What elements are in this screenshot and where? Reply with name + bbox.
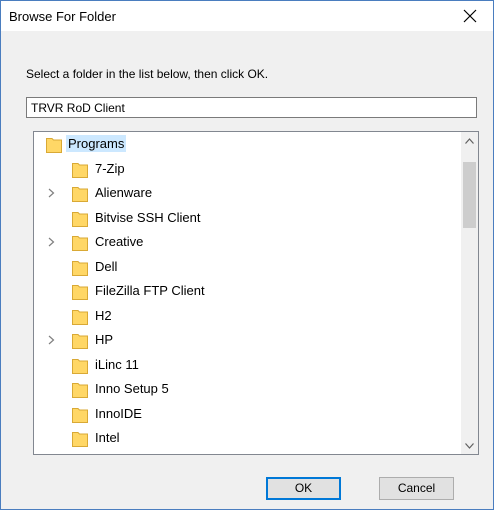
tree-item-label: iLinc 11 xyxy=(95,356,139,372)
tree-item[interactable]: 7-Zip xyxy=(34,157,451,182)
folder-icon-wrap xyxy=(72,234,88,251)
tree-item-label: H2 xyxy=(95,307,112,323)
folder-icon-wrap xyxy=(72,381,88,398)
chevron-right-icon xyxy=(48,188,54,198)
chevron-right-icon xyxy=(48,335,54,345)
tree-item[interactable]: Creative xyxy=(34,230,451,255)
expand-toggle[interactable] xyxy=(44,186,58,200)
tree-item[interactable]: HP xyxy=(34,328,451,353)
folder-icon-wrap xyxy=(72,210,88,227)
tree-item-label: Programs xyxy=(66,135,127,152)
close-button[interactable] xyxy=(447,1,493,31)
folder-icon xyxy=(72,334,88,349)
folder-icon-wrap xyxy=(72,357,88,374)
folder-icon xyxy=(72,187,88,202)
folder-icon-wrap xyxy=(46,136,62,153)
chevron-up-icon xyxy=(465,137,474,144)
folder-icon xyxy=(72,358,88,374)
tree-item-label: HP xyxy=(95,332,114,347)
folder-icon-wrap xyxy=(72,283,88,300)
tree-item[interactable]: H2 xyxy=(34,304,451,329)
tree-item[interactable]: Alienware xyxy=(34,181,451,206)
folder-icon xyxy=(72,432,88,447)
tree-item[interactable]: InnoIDE xyxy=(34,402,451,427)
folder-icon xyxy=(46,138,62,153)
folder-icon-wrap xyxy=(72,430,88,447)
chevron-right-icon xyxy=(48,237,54,247)
folder-icon-wrap xyxy=(72,308,88,325)
folder-icon xyxy=(72,285,88,300)
tree-item-programs[interactable]: Programs xyxy=(34,132,451,157)
scroll-up-button[interactable] xyxy=(461,132,478,149)
tree-item[interactable]: iLinc 11 xyxy=(34,353,451,378)
tree-item-label: 7-Zip xyxy=(95,160,125,176)
tree-item-label: Creative xyxy=(95,234,144,249)
cancel-button[interactable]: Cancel xyxy=(379,477,454,500)
folder-icon-wrap xyxy=(72,259,88,276)
tree-item-label: Alienware xyxy=(95,185,153,200)
folder-icon xyxy=(72,211,88,227)
tree-item-label: Inno Setup 5 xyxy=(95,381,169,396)
tree-item[interactable]: Dell xyxy=(34,255,451,280)
instruction-text: Select a folder in the list below, then … xyxy=(26,67,269,81)
title-bar[interactable]: Browse For Folder xyxy=(1,1,493,31)
folder-icon xyxy=(72,407,88,423)
expand-toggle[interactable] xyxy=(44,235,58,249)
folder-tree-rows: Programs 7-Zip Alienware Bitvise SSH Client… xyxy=(34,132,451,451)
folder-icon-wrap xyxy=(72,185,88,202)
folder-icon-wrap xyxy=(72,161,88,178)
browse-for-folder-dialog: Browse For Folder Select a folder in the… xyxy=(0,0,494,510)
folder-tree[interactable]: Programs 7-Zip Alienware Bitvise SSH Client… xyxy=(33,131,479,455)
vertical-scrollbar[interactable] xyxy=(461,132,478,454)
folder-icon xyxy=(72,236,88,251)
tree-item[interactable]: Bitvise SSH Client xyxy=(34,206,451,231)
folder-icon-wrap xyxy=(72,406,88,423)
folder-icon xyxy=(72,383,88,398)
tree-item[interactable]: FileZilla FTP Client xyxy=(34,279,451,304)
folder-icon-wrap xyxy=(72,332,88,349)
folder-icon xyxy=(72,309,88,325)
folder-name-field[interactable] xyxy=(26,97,477,118)
folder-icon xyxy=(72,260,88,276)
scroll-thumb[interactable] xyxy=(463,162,476,228)
tree-item[interactable]: Intel xyxy=(34,426,451,451)
chevron-down-icon xyxy=(465,442,474,449)
folder-icon xyxy=(72,162,88,178)
expand-toggle[interactable] xyxy=(44,333,58,347)
close-icon xyxy=(463,9,477,23)
tree-item[interactable]: Inno Setup 5 xyxy=(34,377,451,402)
scroll-down-button[interactable] xyxy=(461,437,478,454)
tree-item-label: InnoIDE xyxy=(95,405,142,421)
tree-item-label: FileZilla FTP Client xyxy=(95,283,205,298)
ok-button[interactable]: OK xyxy=(266,477,341,500)
tree-item-label: Intel xyxy=(95,430,120,445)
tree-item-label: Bitvise SSH Client xyxy=(95,209,201,225)
tree-item-label: Dell xyxy=(95,258,118,274)
window-title: Browse For Folder xyxy=(9,9,116,24)
